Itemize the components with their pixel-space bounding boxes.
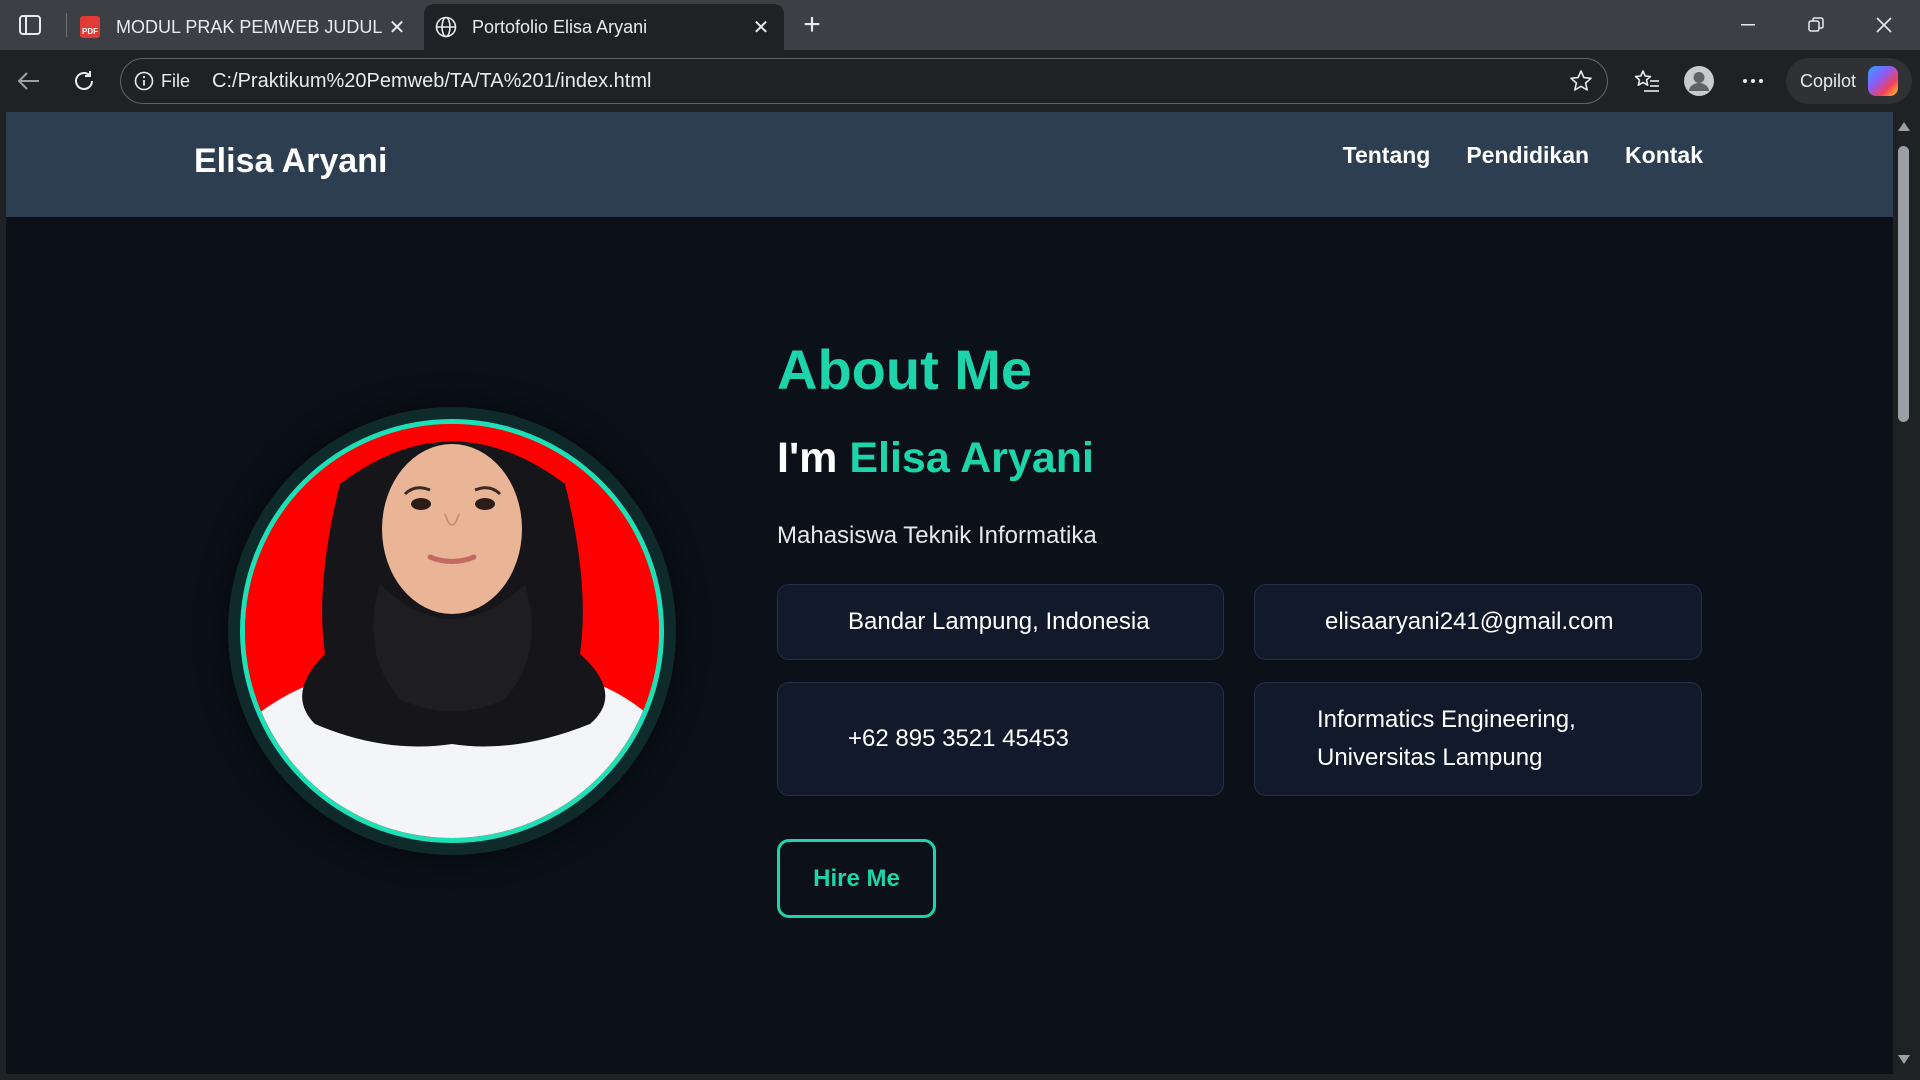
tab-separator (66, 13, 67, 37)
location-text: Bandar Lampung, Indonesia (848, 608, 1150, 635)
site-brand[interactable]: Elisa Aryani (194, 142, 387, 181)
scheme-label: File (161, 70, 191, 91)
copilot-label: Copilot (1800, 70, 1857, 91)
scroll-up-icon[interactable] (1898, 122, 1910, 131)
education-line-1: Informatics Engineering, (1317, 706, 1576, 733)
scrollbar-thumb[interactable] (1898, 146, 1909, 422)
globe-icon (434, 15, 458, 39)
page-scrollbar[interactable] (1893, 112, 1914, 1074)
pdf-icon: PDF (78, 15, 102, 39)
copilot-icon (1868, 66, 1899, 96)
copilot-button[interactable]: Copilot (1786, 58, 1912, 104)
profile-photo (240, 419, 664, 843)
tab-title: MODUL PRAK PEMWEB JUDUL 1. (116, 16, 382, 37)
phone-text: +62 895 3521 45453 (848, 725, 1069, 752)
intro-name: Elisa Aryani (849, 434, 1094, 482)
info-card-education: Informatics Engineering, Universitas Lam… (1254, 682, 1702, 796)
info-card-phone: +62 895 3521 45453 (777, 682, 1224, 796)
about-title: About Me (777, 338, 1033, 401)
tab-pdf-module[interactable]: PDF MODUL PRAK PEMWEB JUDUL 1. ✕ (68, 4, 420, 50)
browser-toolbar: File C:/Praktikum%20Pemweb/TA/TA%201/ind… (0, 50, 1920, 112)
info-icon[interactable] (133, 70, 155, 92)
tab-portfolio[interactable]: Portofolio Elisa Aryani ✕ (424, 4, 784, 50)
minimize-icon[interactable] (1714, 0, 1782, 50)
info-card-location: Bandar Lampung, Indonesia (777, 584, 1224, 660)
nav-link-tentang[interactable]: Tentang (1343, 142, 1431, 169)
tab-bar: PDF MODUL PRAK PEMWEB JUDUL 1. ✕ Portofo… (0, 0, 1920, 50)
restore-icon[interactable] (1782, 0, 1850, 50)
scroll-down-icon[interactable] (1898, 1055, 1910, 1064)
page-viewport: Elisa Aryani Tentang Pendidikan Kontak A… (6, 112, 1893, 1074)
favorites-icon[interactable] (1630, 64, 1664, 98)
education-line-2: Universitas Lampung (1317, 744, 1543, 771)
info-card-email: elisaaryani241@gmail.com (1254, 584, 1702, 660)
intro-prefix: I'm (777, 434, 838, 482)
reload-icon[interactable] (67, 64, 101, 98)
email-text: elisaaryani241@gmail.com (1325, 608, 1614, 635)
close-icon[interactable]: ✕ (746, 12, 776, 42)
about-subtitle: Mahasiswa Teknik Informatika (777, 522, 1097, 549)
window-close-icon[interactable] (1850, 0, 1918, 50)
hire-me-button[interactable]: Hire Me (777, 839, 936, 918)
site-nav: Tentang Pendidikan Kontak (1343, 142, 1703, 169)
close-icon[interactable]: ✕ (382, 12, 412, 42)
tab-actions-icon[interactable] (14, 10, 46, 40)
new-tab-icon[interactable]: + (795, 8, 829, 42)
nav-link-pendidikan[interactable]: Pendidikan (1466, 142, 1589, 169)
profile-avatar-icon[interactable] (1682, 64, 1716, 98)
more-options-icon[interactable] (1736, 64, 1770, 98)
back-arrow-icon[interactable] (12, 64, 46, 98)
site-header: Elisa Aryani Tentang Pendidikan Kontak (6, 112, 1893, 217)
tab-title: Portofolio Elisa Aryani (472, 16, 648, 37)
url-text[interactable]: C:/Praktikum%20Pemweb/TA/TA%201/index.ht… (212, 70, 651, 93)
star-icon[interactable] (1569, 69, 1593, 93)
address-bar[interactable]: File C:/Praktikum%20Pemweb/TA/TA%201/ind… (120, 58, 1608, 104)
nav-link-kontak[interactable]: Kontak (1625, 142, 1703, 169)
intro-heading: I'm Elisa Aryani (777, 434, 1094, 483)
